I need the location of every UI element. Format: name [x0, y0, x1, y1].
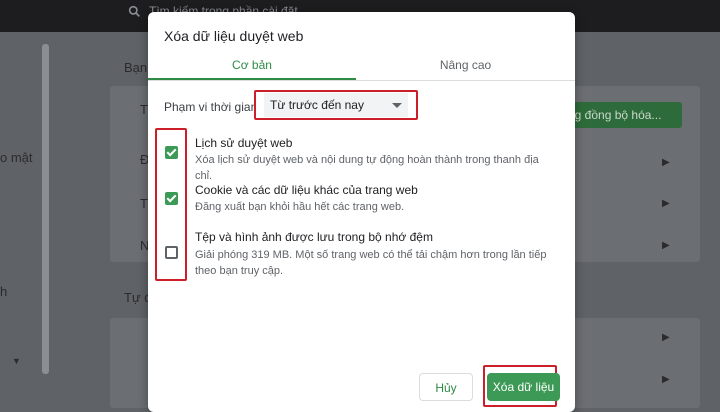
- time-range-label: Phạm vi thời gian: [164, 100, 258, 114]
- cookies-checkbox[interactable]: [165, 192, 178, 205]
- time-range-value: Từ trước đến nay: [270, 98, 364, 112]
- chevron-right-icon: ▶: [662, 374, 670, 385]
- clear-browsing-data-dialog: Xóa dữ liệu duyệt web Cơ bản Nâng cao Ph…: [148, 12, 575, 412]
- chevron-right-icon: ▶: [662, 198, 670, 209]
- card-letter-1: T: [140, 102, 148, 117]
- cached-files-title: Tệp và hình ảnh được lưu trong bộ nhớ đệ…: [195, 230, 433, 244]
- browsing-history-description: Xóa lịch sử duyệt web và nội dung tự độn…: [195, 154, 539, 182]
- tab-advanced[interactable]: Nâng cao: [356, 53, 575, 80]
- chevron-right-icon: ▶: [662, 240, 670, 251]
- browsing-history-title: Lịch sử duyệt web: [195, 136, 293, 150]
- card-letter-3: T: [140, 196, 148, 211]
- cached-files-checkbox[interactable]: [165, 246, 178, 259]
- dialog-tabs: Cơ bản Nâng cao: [148, 53, 575, 81]
- clear-data-button[interactable]: Xóa dữ liệu: [487, 373, 560, 401]
- cancel-button[interactable]: Hủy: [419, 373, 473, 401]
- tab-basic[interactable]: Cơ bản: [148, 53, 356, 80]
- background-scrollbar[interactable]: [42, 44, 49, 374]
- cookies-description: Đăng xuất bạn khỏi hầu hết các trang web…: [195, 201, 405, 213]
- chevron-right-icon: ▶: [662, 157, 670, 168]
- search-icon: [128, 5, 140, 17]
- browsing-history-checkbox[interactable]: [165, 146, 178, 159]
- cookies-title: Cookie và các dữ liệu khác của trang web: [195, 183, 418, 197]
- dialog-title: Xóa dữ liệu duyệt web: [164, 28, 304, 44]
- sidebar-item-privacy-fragment: o mật: [0, 150, 33, 165]
- chevron-right-icon: ▶: [662, 332, 670, 343]
- chevron-down-icon: ▼: [12, 356, 21, 366]
- sidebar-item-fragment: h: [0, 284, 8, 299]
- time-range-select[interactable]: Từ trước đến nay: [254, 90, 418, 120]
- dropdown-caret-icon: [392, 102, 402, 108]
- background-sync-button[interactable]: ng đồng bộ hóa...: [560, 102, 682, 128]
- cached-files-description: Giải phóng 319 MB. Một số trang web có t…: [195, 249, 547, 277]
- section-label-you: Bạn: [124, 60, 148, 75]
